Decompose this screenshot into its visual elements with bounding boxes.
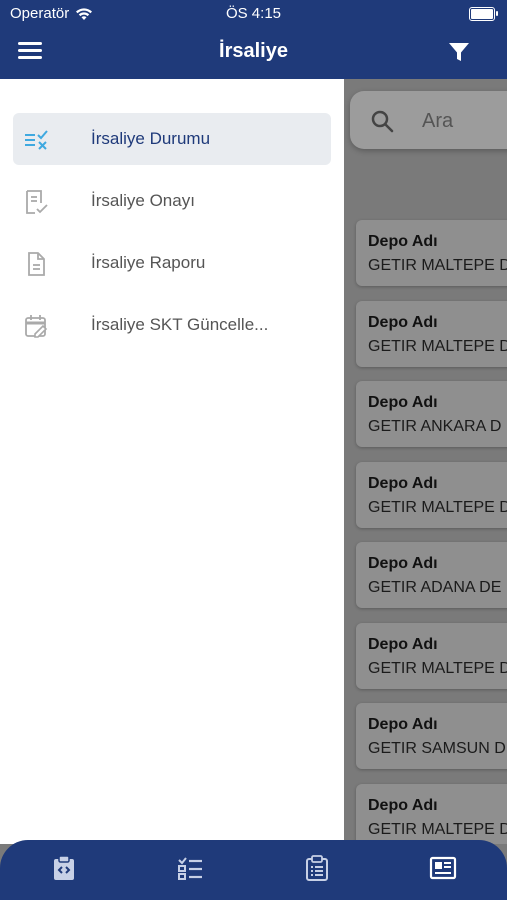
drawer-item-label: İrsaliye Durumu [91, 129, 211, 148]
card-title: Depo Adı [368, 233, 438, 250]
card-value: GETIR MALTEPE D [368, 257, 507, 274]
drawer-item-irsaliye-onayi[interactable]: İrsaliye Onayı [13, 175, 331, 227]
document-icon [28, 252, 45, 276]
card-value: GETIR SAMSUN D [368, 740, 506, 757]
clipboard-list-icon [306, 855, 328, 881]
list-item[interactable]: Depo Adı GETIR MALTEPE D [356, 461, 507, 528]
app-header: Operatör ÖS 4:15 İrsaliye [0, 0, 507, 79]
drawer-item-irsaliye-raporu[interactable]: İrsaliye Raporu [13, 237, 331, 289]
card-value: GETIR ADANA DE [368, 579, 502, 596]
document-check-icon [26, 190, 48, 214]
clipboard-code-icon [54, 855, 74, 880]
search-icon [371, 110, 394, 133]
tab-clipboard-code[interactable] [50, 854, 78, 882]
card-title: Depo Adı [368, 716, 438, 733]
search-input[interactable]: Ara [422, 110, 453, 133]
list-item[interactable]: Depo Adı GETIR MALTEPE D [356, 783, 507, 844]
card-value: GETIR MALTEPE D [368, 820, 507, 838]
drawer-item-label: İrsaliye Onayı [91, 191, 195, 210]
calendar-edit-icon [25, 315, 48, 338]
newspaper-icon [429, 856, 457, 880]
card-title: Depo Adı [368, 796, 438, 814]
battery-icon [469, 7, 498, 21]
filter-icon [449, 43, 469, 61]
tab-clipboard-list[interactable] [303, 854, 331, 882]
search-bar[interactable]: Ara [350, 91, 507, 149]
list-item[interactable]: Depo Adı GETIR ADANA DE [356, 542, 507, 608]
drawer-item-label: İrsaliye SKT Güncelle... [91, 315, 269, 334]
tab-checklist[interactable] [176, 854, 204, 882]
list-item[interactable]: Depo Adı GETIR ANKARA D [356, 381, 507, 447]
list-item[interactable]: Depo Adı GETIR MALTEPE D [356, 220, 507, 286]
list-item[interactable]: Depo Adı GETIR MALTEPE D [356, 300, 507, 367]
page-title: İrsaliye [219, 40, 288, 62]
list-item[interactable]: Depo Adı GETIR SAMSUN D [356, 703, 507, 769]
card-title: Depo Adı [368, 474, 438, 492]
drawer-item-label: İrsaliye Raporu [91, 253, 206, 272]
filter-button[interactable] [447, 40, 471, 64]
drawer-item-irsaliye-durumu[interactable]: İrsaliye Durumu [13, 113, 331, 165]
card-value: GETIR MALTEPE D [368, 659, 507, 677]
status-bar: Operatör ÖS 4:15 [0, 0, 507, 28]
card-title: Depo Adı [368, 635, 438, 653]
card-title: Depo Adı [368, 313, 438, 331]
checklist-icon [178, 857, 202, 880]
list-item[interactable]: Depo Adı GETIR MALTEPE D [356, 622, 507, 689]
status-time: ÖS 4:15 [225, 5, 282, 22]
warehouse-list: Depo Adı GETIR MALTEPE D Depo Adı GETIR … [356, 220, 507, 844]
drawer-item-irsaliye-skt[interactable]: İrsaliye SKT Güncelle... [13, 299, 331, 351]
card-title: Depo Adı [368, 394, 438, 411]
card-value: GETIR MALTEPE D [368, 498, 507, 516]
list-check-icon [25, 130, 48, 150]
card-value: GETIR MALTEPE D [368, 337, 507, 355]
bottom-tab-bar [0, 840, 507, 900]
side-drawer: İrsaliye Durumu İrsaliye Onayı İrsaliye … [0, 79, 344, 844]
card-value: GETIR ANKARA D [368, 418, 502, 435]
card-title: Depo Adı [368, 555, 438, 572]
list-background: Ara Depo Adı GETIR MALTEPE D Depo Adı GE… [344, 79, 507, 844]
tab-newspaper[interactable] [429, 854, 457, 882]
